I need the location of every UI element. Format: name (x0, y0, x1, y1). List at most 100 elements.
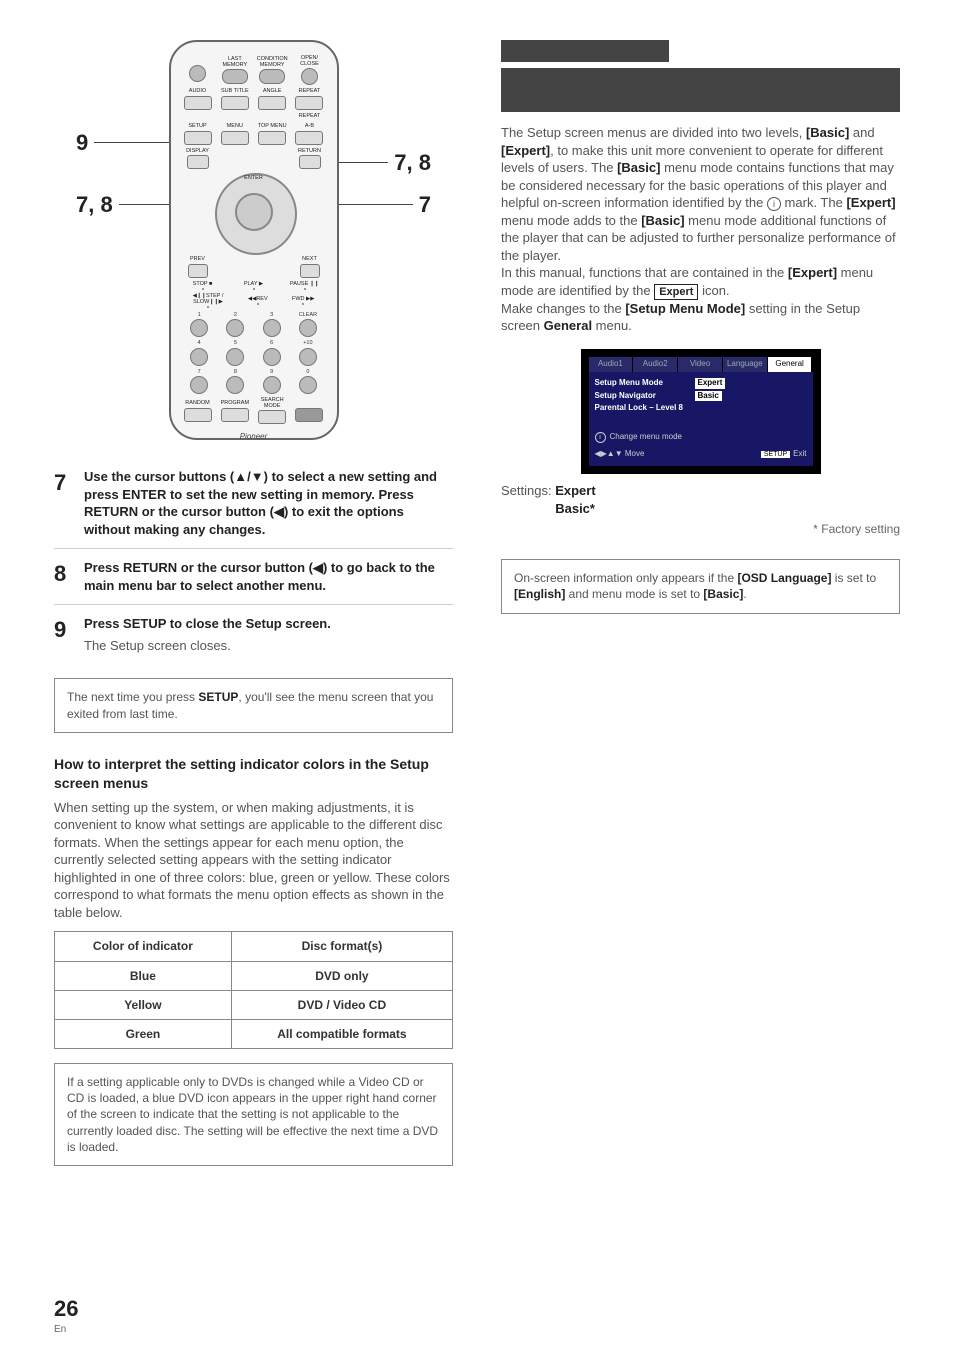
menu-label: MENU (227, 124, 243, 130)
step-title: Use the cursor buttons (▲/▼) to select a… (84, 468, 453, 538)
step-num: 8 (54, 559, 84, 594)
last-memory-button[interactable] (222, 69, 248, 84)
num-6[interactable] (263, 348, 281, 366)
num-8[interactable] (226, 376, 244, 394)
num-5[interactable] (226, 348, 244, 366)
table-row: GreenAll compatible formats (55, 1019, 453, 1048)
prev-button[interactable] (188, 264, 208, 278)
osd-tab: Audio2 (633, 357, 678, 372)
text: [Expert] (501, 143, 550, 158)
next-label: NEXT (302, 257, 317, 263)
settings-label: Settings: (501, 483, 552, 498)
page-number: 26 (54, 1294, 78, 1324)
num-9[interactable] (263, 376, 281, 394)
menu-button[interactable] (221, 131, 249, 145)
light-button[interactable] (295, 408, 323, 422)
text: . (743, 587, 746, 601)
condition-memory-button[interactable] (259, 69, 285, 84)
setup-button[interactable] (184, 131, 212, 145)
text: [Expert] (846, 195, 895, 210)
text: [Basic] (806, 125, 849, 140)
osd-menu-line: Setup Menu ModeExpert (595, 378, 807, 389)
clear-button[interactable] (299, 319, 317, 337)
audio-button[interactable] (184, 96, 212, 110)
stop-button[interactable] (202, 288, 204, 290)
settings-block: Settings: Expert Settings: Basic* (501, 482, 900, 517)
remote-control: LAST MEMORY CONDITION MEMORY OPEN/ CLOSE… (169, 40, 339, 440)
sub-body: When setting up the system, or when maki… (54, 799, 453, 922)
table-cell: DVD only (231, 961, 452, 990)
power-button[interactable] (189, 65, 206, 82)
step: 9Press SETUP to close the Setup screen.T… (54, 604, 453, 664)
ab-label: A-B (305, 124, 314, 130)
text: [English] (514, 587, 565, 601)
step-button[interactable] (207, 306, 209, 308)
num-8-lbl: 8 (219, 369, 252, 376)
display-button[interactable] (187, 155, 209, 169)
enter-button[interactable] (235, 193, 273, 231)
brand-label: Pioneer (183, 432, 325, 443)
sub-heading: How to interpret the setting indicator c… (54, 755, 453, 793)
osd-screenshot: Audio1Audio2VideoLanguageGeneral Setup M… (581, 349, 821, 474)
condition-memory-label: CONDITION MEMORY (257, 57, 288, 68)
return-button[interactable] (299, 155, 321, 169)
ab-button[interactable] (295, 131, 323, 145)
osd-menu-key: Parental Lock – Level 8 (595, 403, 695, 414)
osd-menu-val: Basic (695, 391, 722, 402)
fwd-button[interactable] (302, 303, 304, 305)
rev-button[interactable] (257, 303, 259, 305)
osd-tab: Audio1 (589, 357, 634, 372)
angle-button[interactable] (258, 96, 286, 110)
settings-basic: Basic* (555, 501, 595, 516)
table-row: BlueDVD only (55, 961, 453, 990)
text: General (544, 318, 592, 333)
num-1-lbl: 1 (183, 312, 216, 319)
settings-expert: Expert (555, 483, 595, 498)
osd-lines: Setup Menu ModeExpertSetup NavigatorBasi… (595, 378, 807, 414)
nav-ring[interactable]: ENTER (215, 173, 293, 251)
repeat-button[interactable] (295, 96, 323, 110)
next-button[interactable] (300, 264, 320, 278)
step-title: Press SETUP to close the Setup screen. (84, 615, 453, 633)
expert-tag: Expert (654, 284, 698, 300)
step-num: 9 (54, 615, 84, 654)
play-button[interactable] (253, 288, 255, 290)
random-button[interactable] (184, 408, 212, 422)
th-format: Disc format(s) (231, 932, 452, 961)
text: [Basic] (617, 160, 660, 175)
num-1[interactable] (190, 319, 208, 337)
osd-tab: General (768, 357, 813, 372)
step-body: Use the cursor buttons (▲/▼) to select a… (84, 468, 453, 538)
num-4[interactable] (190, 348, 208, 366)
display-label: DISPLAY (186, 149, 209, 155)
table-cell: Green (55, 1019, 232, 1048)
text: icon. (698, 283, 729, 298)
num-7[interactable] (190, 376, 208, 394)
pause-button[interactable] (304, 288, 306, 290)
num-3[interactable] (263, 319, 281, 337)
osd-menu-val: Expert (695, 378, 726, 389)
banner-full (501, 68, 900, 112)
pause-label: PAUSE ❙❙ (290, 282, 319, 288)
num-0[interactable] (299, 376, 317, 394)
plus10-button[interactable] (299, 348, 317, 366)
open-close-button[interactable] (301, 68, 318, 85)
program-button[interactable] (221, 408, 249, 422)
table-cell: DVD / Video CD (231, 990, 452, 1019)
osd-footer: ◀▶▲▼ Move SETUPExit (595, 449, 807, 460)
osd-arrows: ◀▶▲▼ (595, 449, 623, 458)
subtitle-button[interactable] (221, 96, 249, 110)
callout-7-right: 7 (333, 190, 431, 220)
enter-label: ENTER (217, 175, 291, 182)
text: is set to (831, 571, 876, 585)
num-2[interactable] (226, 319, 244, 337)
text: [Basic] (703, 587, 743, 601)
step-title: Press RETURN or the cursor button (◀) to… (84, 559, 453, 594)
searchmode-button[interactable] (258, 410, 286, 424)
clear-lbl: CLEAR (291, 312, 324, 319)
text: and menu mode is set to (565, 587, 703, 601)
step-num: 7 (54, 468, 84, 538)
osd-setup-chip: SETUP (761, 451, 790, 458)
topmenu-button[interactable] (258, 131, 286, 145)
num-4-lbl: 4 (183, 340, 216, 347)
